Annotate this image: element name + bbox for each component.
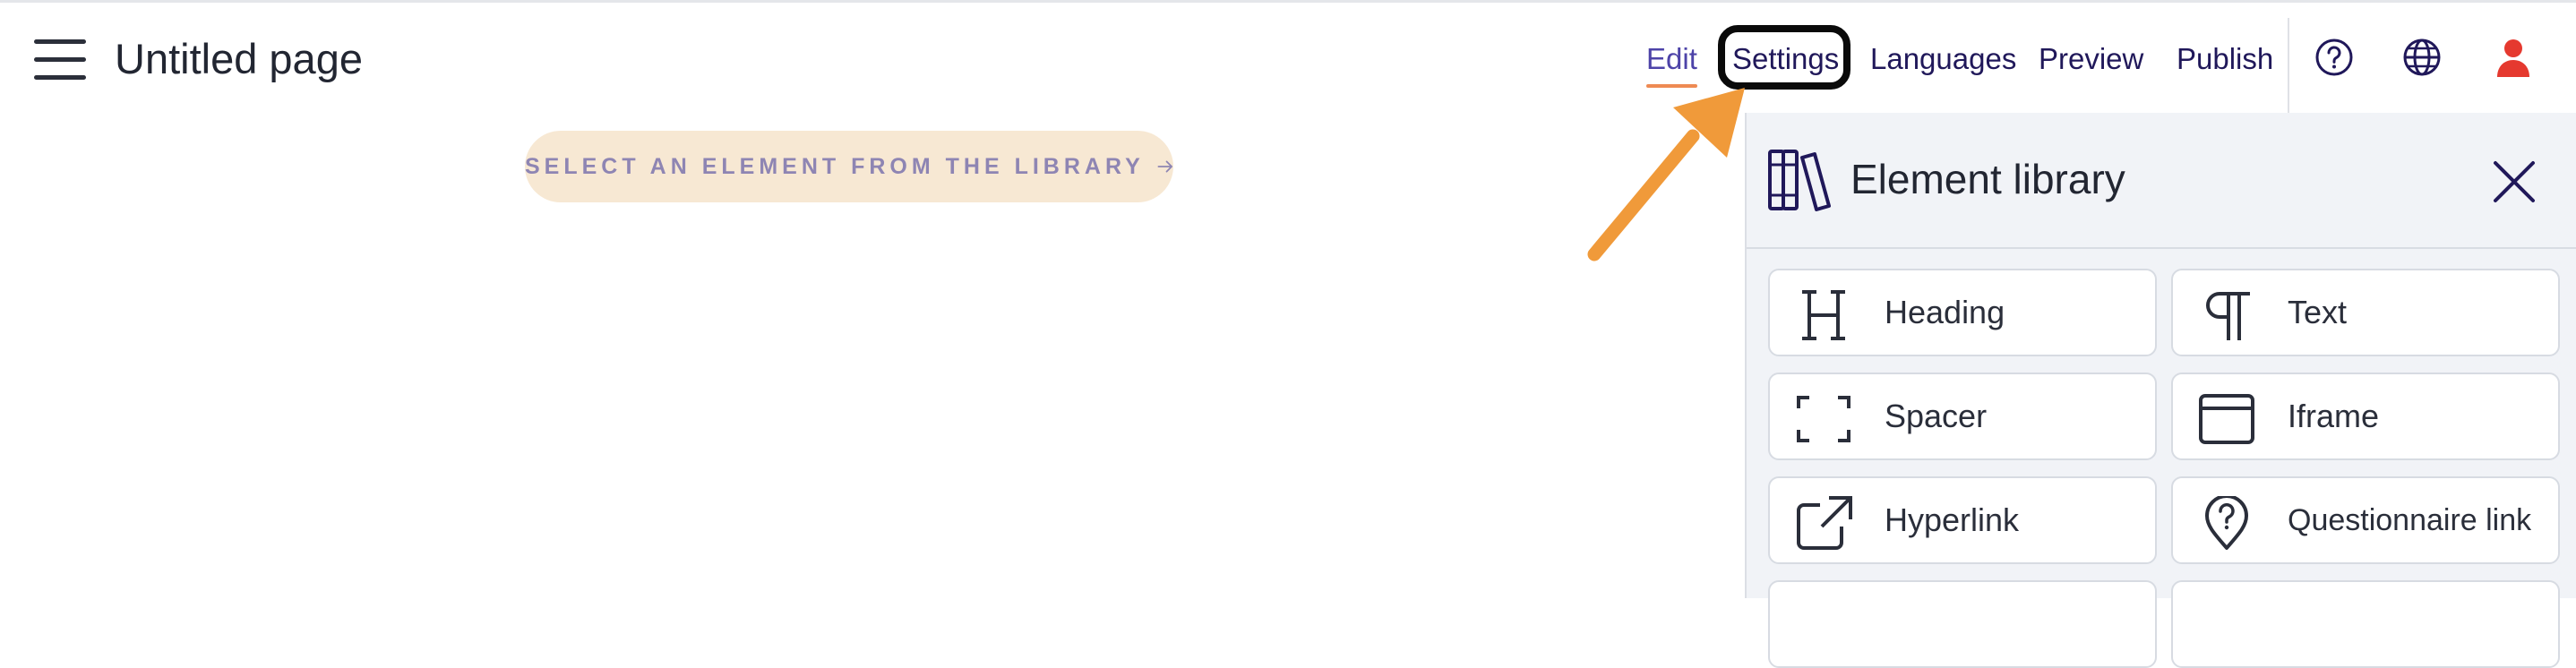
element-library-panel: Element library Heading Text Spacer Ifra… [1745, 113, 2576, 668]
select-prompt-label: SELECT AN ELEMENT FROM THE LIBRARY [525, 153, 1145, 179]
spacer-icon [1797, 396, 1850, 442]
paragraph-icon [2206, 292, 2250, 340]
books-icon [1768, 150, 1831, 211]
library-element-label: Iframe [2288, 398, 2380, 434]
library-element-spacer[interactable]: Spacer [1768, 373, 2157, 460]
hamburger-menu-icon[interactable] [34, 39, 86, 81]
library-element-heading[interactable]: Heading [1768, 269, 2157, 356]
arrow-right-icon [1157, 160, 1172, 173]
library-element-questionnaire-link[interactable]: Questionnaire link [2171, 476, 2560, 564]
globe-icon[interactable] [2402, 38, 2442, 77]
iframe-icon [2199, 394, 2254, 444]
element-library-title: Element library [1850, 156, 2125, 202]
questionnaire-pin-icon [2205, 496, 2248, 550]
page-title: Untitled page [115, 35, 363, 82]
tab-publish[interactable]: Publish [2177, 34, 2273, 84]
close-icon[interactable] [2490, 158, 2538, 206]
library-element-text[interactable]: Text [2171, 269, 2560, 356]
library-element-partial[interactable] [2171, 580, 2560, 668]
external-link-icon [1797, 496, 1852, 550]
top-header: Untitled page Edit Settings Languages Pr… [0, 0, 2576, 145]
library-element-label: Hyperlink [1885, 501, 2020, 538]
tab-languages[interactable]: Languages [1870, 34, 2016, 84]
library-element-label: Text [2288, 294, 2348, 330]
tab-preview[interactable]: Preview [2039, 34, 2143, 84]
library-element-partial[interactable] [1768, 580, 2157, 668]
library-element-iframe[interactable]: Iframe [2171, 373, 2560, 460]
annotation-arrow-icon [1587, 88, 1745, 261]
user-icon[interactable] [2494, 38, 2533, 77]
heading-icon [1802, 290, 1845, 340]
help-icon[interactable] [2314, 38, 2354, 77]
library-element-label: Questionnaire link [2288, 503, 2532, 537]
library-element-label: Spacer [1885, 398, 1988, 434]
library-element-hyperlink[interactable]: Hyperlink [1768, 476, 2157, 564]
element-library-header: Element library [1747, 113, 2576, 249]
library-element-label: Heading [1885, 294, 2005, 330]
select-element-prompt[interactable]: SELECT AN ELEMENT FROM THE LIBRARY [525, 131, 1173, 202]
